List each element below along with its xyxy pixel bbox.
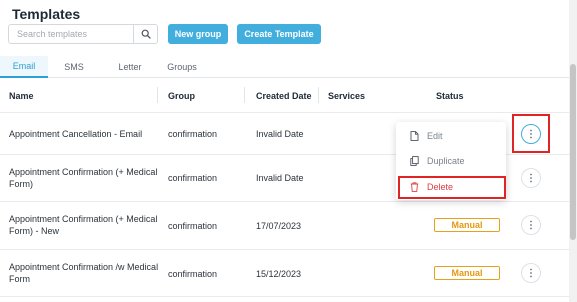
template-name: Appointment Cancellation - Email [9, 129, 143, 139]
column-header-group[interactable]: Group [168, 91, 195, 101]
row-divider [0, 296, 577, 297]
template-group: confirmation [168, 221, 218, 231]
template-created-date: 17/07/2023 [256, 221, 302, 231]
column-header-name[interactable]: Name [9, 91, 34, 101]
highlight-annotation [398, 176, 506, 199]
scrollbar-thumb[interactable] [570, 64, 576, 240]
tab-groups[interactable]: Groups [157, 56, 207, 78]
column-header-created-date[interactable]: Created Date [256, 91, 312, 101]
menu-item-edit[interactable]: Edit [396, 125, 506, 147]
create-template-button[interactable]: Create Template [237, 24, 321, 44]
row-actions-button[interactable] [521, 215, 541, 235]
status-badge: Manual [434, 266, 500, 280]
menu-item-duplicate[interactable]: Duplicate [396, 150, 506, 172]
template-created-date: Invalid Date [256, 129, 304, 139]
template-name: Appointment Confirmation (+ Medical Form… [9, 214, 158, 236]
more-vertical-icon [530, 268, 532, 278]
highlight-annotation [512, 114, 550, 153]
file-icon [410, 131, 419, 141]
search-icon [141, 29, 151, 39]
template-type-tabs: Email SMS Letter Groups [0, 56, 577, 78]
template-group: confirmation [168, 129, 218, 139]
more-vertical-icon [530, 173, 532, 183]
search-box [8, 24, 158, 44]
template-name: Appointment Confirmation /w Medical Form [9, 262, 159, 284]
tab-sms[interactable]: SMS [53, 56, 95, 78]
row-actions-button[interactable] [521, 263, 541, 283]
column-header-services[interactable]: Services [328, 91, 365, 101]
template-name: Appointment Confirmation (+ Medical Form… [9, 167, 158, 189]
vertical-scrollbar[interactable] [569, 0, 577, 302]
header-divider [0, 112, 577, 113]
template-group: confirmation [168, 269, 218, 279]
search-button[interactable] [133, 25, 157, 43]
search-input[interactable] [9, 25, 135, 43]
column-header-status[interactable]: Status [436, 91, 464, 101]
status-badge: Manual [434, 218, 500, 232]
column-divider [157, 87, 158, 103]
column-divider [244, 87, 245, 103]
new-group-button[interactable]: New group [168, 24, 228, 44]
template-created-date: 15/12/2023 [256, 269, 302, 279]
row-divider [0, 201, 577, 202]
template-group: confirmation [168, 173, 218, 183]
row-divider [0, 249, 577, 250]
row-actions-button[interactable] [521, 168, 541, 188]
tab-letter[interactable]: Letter [105, 56, 155, 78]
page-title: Templates [12, 6, 81, 22]
template-created-date: Invalid Date [256, 173, 304, 183]
tab-email[interactable]: Email [0, 56, 48, 78]
column-divider [318, 87, 319, 103]
menu-item-label: Edit [427, 131, 443, 141]
more-vertical-icon [530, 220, 532, 230]
copy-icon [410, 156, 419, 166]
menu-item-label: Duplicate [427, 156, 465, 166]
